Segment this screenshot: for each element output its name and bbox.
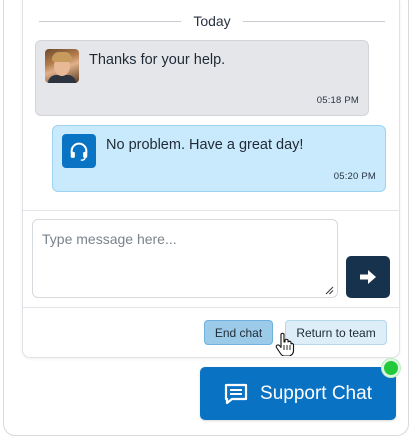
chat-bubble-icon — [224, 383, 248, 404]
hand-pointer-cursor-icon — [275, 332, 295, 356]
day-divider: Today — [39, 12, 386, 30]
online-status-indicator — [382, 359, 400, 377]
message-input[interactable] — [32, 219, 338, 298]
message-timestamp: 05:18 PM — [316, 95, 359, 106]
chat-panel: Today Thanks for your help. 05:18 PM No … — [22, 0, 400, 358]
support-chat-launcher-button[interactable]: Support Chat — [200, 367, 396, 420]
day-label: Today — [193, 13, 231, 29]
end-chat-button[interactable]: End chat — [204, 320, 273, 345]
message-text: No problem. Have a great day! — [106, 137, 304, 153]
divider-line-left — [39, 20, 182, 22]
send-button[interactable] — [346, 256, 390, 298]
separator — [23, 307, 399, 308]
message-agent: No problem. Have a great day! 05:20 PM — [52, 125, 386, 192]
message-user: Thanks for your help. 05:18 PM — [35, 40, 369, 116]
return-to-team-button[interactable]: Return to team — [285, 320, 387, 345]
separator — [23, 210, 399, 211]
support-chat-label: Support Chat — [260, 382, 372, 404]
user-avatar — [45, 49, 79, 83]
message-timestamp: 05:20 PM — [333, 171, 376, 182]
message-text: Thanks for your help. — [89, 52, 226, 68]
arrow-right-icon — [360, 270, 376, 284]
headset-icon — [62, 134, 96, 168]
divider-line-right — [242, 20, 386, 22]
resize-grip-icon[interactable] — [325, 286, 334, 295]
